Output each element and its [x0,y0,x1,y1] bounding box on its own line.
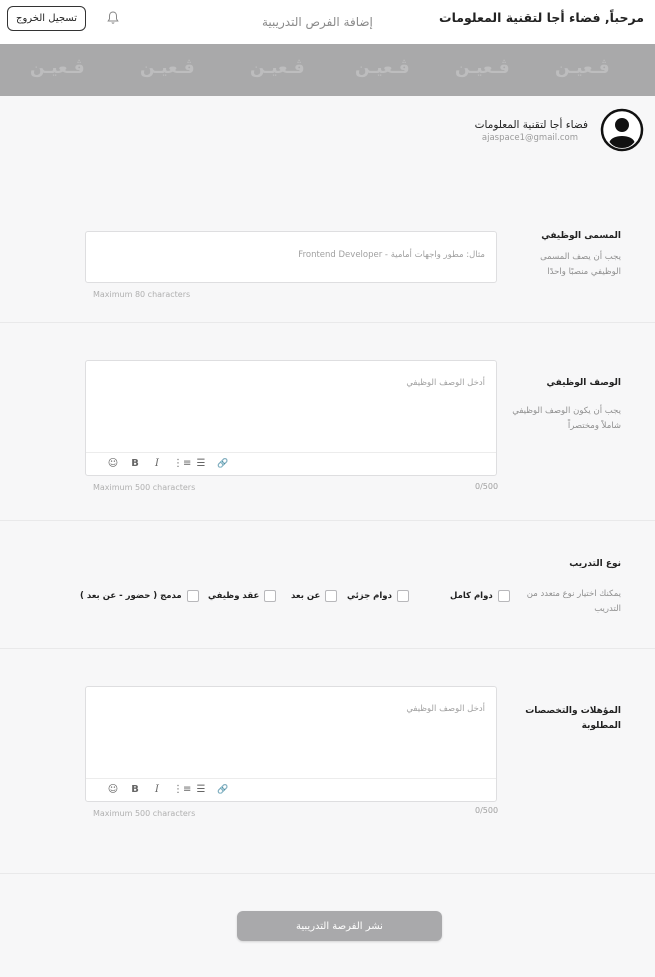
emoji-icon[interactable]: ☺ [107,784,119,795]
job-description-hint: يجب أن يكون الوصف الوظيفي شاملاً ومختصرا… [512,406,621,431]
brand-banner: ڤـعيـن ڤـعيـن ڤـعيـن ڤـعيـن ڤـعيـن ڤـعيـ… [0,44,655,96]
ordered-list-icon[interactable]: ⋮≡ [173,458,191,469]
job-description-toolbar: ☺ B I ⋮≡ ☰ 🔗 [107,458,229,469]
training-type-hint: يمكنك اختيار نوع متعدد من التدريب [526,589,621,614]
section-divider [0,322,655,323]
org-email: ajaspace1@gmail.com [481,133,578,143]
qualifications-toolbar: ☺ B I ⋮≡ ☰ 🔗 [107,784,229,795]
italic-icon[interactable]: I [151,458,163,469]
qualifications-char-limit: Maximum 500 characters [93,809,196,818]
checkbox-box[interactable] [264,590,277,602]
emoji-icon[interactable]: ☺ [107,458,119,469]
checkbox-box[interactable] [396,590,409,602]
link-icon[interactable]: 🔗 [217,459,229,469]
avatar-icon [600,108,644,152]
checkbox-box[interactable] [325,590,338,602]
checkbox-label: عن بعد [291,591,321,601]
banner-watermark: ڤـعيـن [250,58,305,78]
link-icon[interactable]: 🔗 [217,785,229,795]
italic-icon[interactable]: I [151,784,163,795]
banner-watermark: ڤـعيـن [355,58,410,78]
checkbox-box[interactable] [186,590,199,602]
checkbox-contract[interactable]: عقد وظيفي [208,590,277,602]
job-description-placeholder: أدخل الوصف الوظيفي [406,378,485,388]
job-title-placeholder: مثال: مطور واجهات أمامية - Frontend Deve… [298,250,485,260]
bullet-list-icon[interactable]: ☰ [195,784,207,795]
banner-watermark: ڤـعيـن [30,58,85,78]
bold-icon[interactable]: B [129,784,141,795]
greeting-title: مرحباً, فضاء أجا لتقنية المعلومات [439,10,644,25]
job-title-label: المسمى الوظيفي [541,231,621,241]
qualifications-placeholder: أدخل الوصف الوظيفي [406,704,485,714]
banner-watermark: ڤـعيـن [555,58,610,78]
publish-opportunity-button[interactable]: نشر الفرصة التدريبية [237,911,442,941]
checkbox-label: دوام كامل [450,591,493,601]
page-title: إضافة الفرص التدريبية [262,15,373,29]
banner-watermark: ڤـعيـن [455,58,510,78]
section-divider [0,520,655,521]
checkbox-part-time[interactable]: دوام جزئي [347,590,409,602]
bell-icon[interactable] [106,10,120,26]
job-description-char-limit: Maximum 500 characters [93,483,196,492]
checkbox-remote[interactable]: عن بعد [291,590,338,602]
job-title-hint: يجب أن يصف المسمى الوظيفي منصبًا واحدًا [540,252,621,277]
checkbox-box[interactable] [497,590,510,602]
job-title-char-limit: Maximum 80 characters [93,290,191,299]
section-divider [0,873,655,874]
job-description-counter: 0/500 [475,482,499,491]
editor-toolbar-separator [86,778,496,779]
training-type-label: نوع التدريب [569,559,621,569]
section-divider [0,648,655,649]
bold-icon[interactable]: B [129,458,141,469]
bullet-list-icon[interactable]: ☰ [195,458,207,469]
org-name: فضاء أجا لتقنية المعلومات [474,119,588,131]
checkbox-label: دوام جزئي [347,591,392,601]
ordered-list-icon[interactable]: ⋮≡ [173,784,191,795]
checkbox-label: عقد وظيفي [208,591,260,601]
checkbox-full-time[interactable]: دوام كامل [450,590,510,602]
logout-button[interactable]: تسجيل الخروج [7,6,86,31]
checkbox-label: مدمج ( حضور - عن بعد ) [80,591,182,601]
job-description-label: الوصف الوظيفي [546,378,622,388]
banner-watermark: ڤـعيـن [140,58,195,78]
checkbox-hybrid[interactable]: مدمج ( حضور - عن بعد ) [80,590,199,602]
qualifications-counter: 0/500 [475,806,499,815]
editor-toolbar-separator [86,452,496,453]
qualifications-label: المؤهلات والتخصصات المطلوبة [525,706,621,731]
